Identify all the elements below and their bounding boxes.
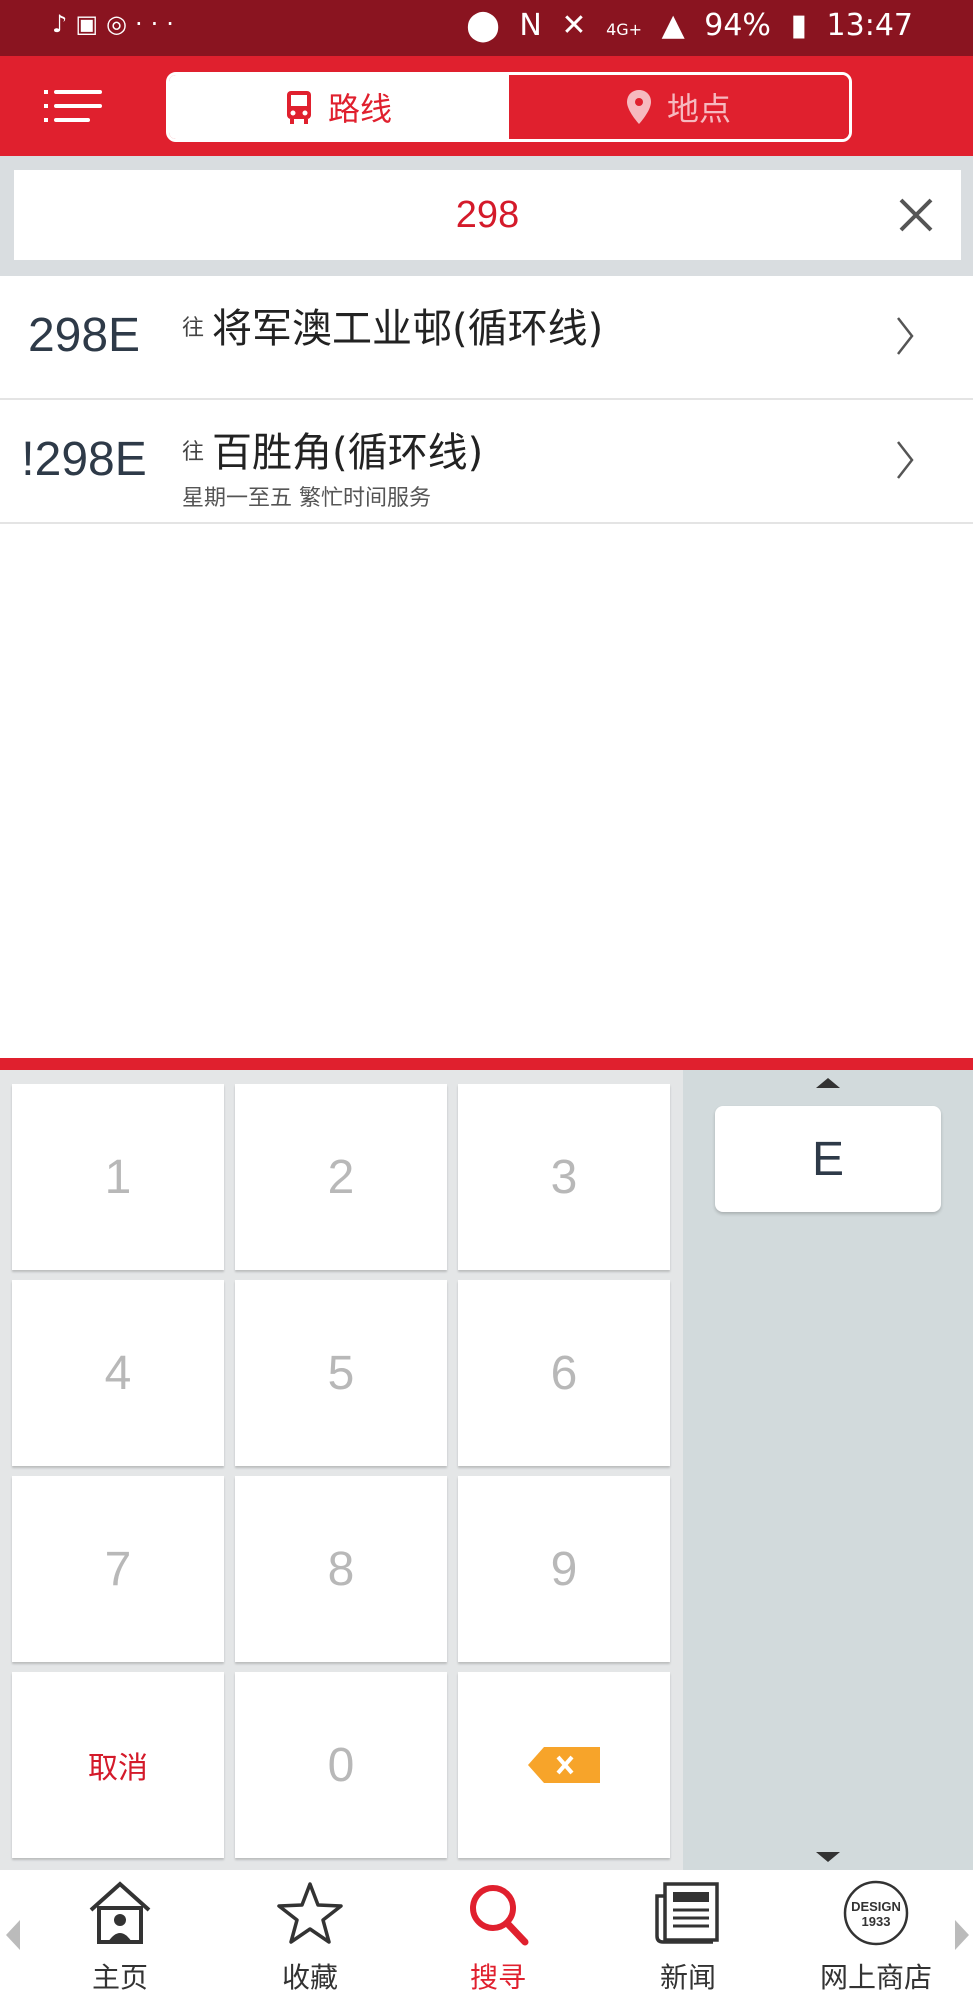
route-number: 298E [27, 309, 141, 362]
newspaper-icon [655, 1882, 719, 1944]
svg-text:DESIGN: DESIGN [851, 1899, 901, 1914]
route-result-row[interactable]: 298E 往 将军澳工业邨(循环线) [0, 276, 973, 400]
status-bar: ♪▣◎··· ⬤ N ✕ 4G+ ▲ 94% ▮ 13:47 [0, 0, 973, 56]
tab-place-label: 地点 [666, 90, 731, 128]
svg-text:1933: 1933 [862, 1914, 891, 1929]
nav-search-label: 搜寻 [469, 1961, 526, 1994]
key-8[interactable]: 8 [235, 1476, 447, 1662]
key-9[interactable]: 9 [458, 1476, 670, 1662]
chevron-right-icon [897, 441, 914, 479]
app-header: 路线 地点 [0, 56, 973, 156]
scroll-down-icon[interactable] [816, 1852, 840, 1862]
nav-favorites[interactable]: 收藏 [230, 1870, 390, 2000]
menu-icon [54, 90, 102, 94]
chevron-right-icon [897, 317, 914, 355]
gallery-icon: ▣ [75, 10, 107, 38]
backspace-button[interactable] [458, 1672, 670, 1858]
network-label: 4G+ [606, 20, 643, 39]
search-icon [470, 1885, 529, 1946]
status-right: ⬤ N ✕ 4G+ ▲ 94% ▮ 13:47 [456, 8, 913, 43]
key-4[interactable]: 4 [12, 1280, 224, 1466]
bus-icon [286, 91, 311, 124]
letter-key-e[interactable]: E [715, 1106, 941, 1212]
location-icon: ⬤ [466, 8, 500, 43]
route-number: !298E [21, 433, 147, 486]
design-1933-logo: DESIGN1933 [843, 1880, 909, 1946]
tab-route[interactable]: 路线 [169, 75, 509, 139]
battery-icon: ▮ [790, 8, 807, 43]
keypad-divider [0, 1058, 973, 1070]
menu-button[interactable] [44, 88, 106, 128]
numeric-keypad: 1 2 3 4 5 6 7 8 9 取消 0 [0, 1070, 683, 1870]
music-icon: ♪ [52, 10, 76, 38]
mute-icon: ✕ [561, 8, 587, 43]
nav-scroll-right-icon[interactable] [955, 1920, 969, 1950]
close-icon [899, 198, 933, 232]
key-3[interactable]: 3 [458, 1084, 670, 1270]
home-icon [89, 1881, 151, 1944]
clear-search-button[interactable] [891, 190, 941, 240]
search-value: 298 [455, 194, 520, 236]
route-result-row[interactable]: !298E 往 百胜角(循环线) 星期一至五 繁忙时间服务 [0, 400, 973, 524]
sync-icon: ◎ [106, 10, 135, 38]
bottom-navigation: 主页 收藏 搜寻 新闻 DESIGN 1933 网上商店 [0, 1870, 973, 2000]
scroll-up-icon[interactable] [816, 1078, 840, 1088]
nav-home[interactable]: 主页 [40, 1870, 200, 2000]
search-input[interactable]: 298 [14, 170, 961, 260]
nav-online-shop[interactable]: DESIGN 1933 网上商店 [796, 1870, 956, 2000]
direction-prefix: 往 [182, 316, 205, 341]
status-left-icons: ♪▣◎··· [52, 10, 182, 38]
service-note: 星期一至五 繁忙时间服务 [182, 486, 431, 511]
route-destination: 百胜角(循环线) [212, 430, 484, 476]
nav-news[interactable]: 新闻 [608, 1870, 768, 2000]
key-2[interactable]: 2 [235, 1084, 447, 1270]
nav-scroll-left-icon[interactable] [6, 1920, 20, 1950]
clock: 13:47 [826, 8, 913, 43]
key-1[interactable]: 1 [12, 1084, 224, 1270]
letter-suffix-panel: E [683, 1070, 973, 1870]
route-destination: 将军澳工业邨(循环线) [212, 306, 604, 352]
nav-online-shop-label: 网上商店 [819, 1961, 932, 1994]
tab-route-label: 路线 [327, 90, 392, 128]
location-pin-icon [626, 90, 651, 124]
key-6[interactable]: 6 [458, 1280, 670, 1466]
nav-news-label: 新闻 [659, 1961, 716, 1994]
more-dots: ··· [134, 10, 182, 38]
battery-percent: 94% [704, 8, 771, 43]
nav-search[interactable]: 搜寻 [418, 1870, 578, 2000]
nav-home-label: 主页 [91, 1961, 148, 1994]
key-7[interactable]: 7 [12, 1476, 224, 1662]
mode-segmented-control: 路线 地点 [166, 72, 852, 142]
direction-prefix: 往 [182, 440, 205, 465]
search-bar: 298 [0, 156, 973, 276]
backspace-icon [528, 1747, 600, 1783]
nav-favorites-label: 收藏 [281, 1961, 338, 1994]
cancel-button[interactable]: 取消 [12, 1672, 224, 1858]
signal-icon: ▲ [661, 8, 685, 43]
tab-place[interactable]: 地点 [509, 75, 849, 139]
nfc-icon: N [519, 8, 542, 43]
key-0[interactable]: 0 [235, 1672, 447, 1858]
key-5[interactable]: 5 [235, 1280, 447, 1466]
star-icon [277, 1882, 343, 1944]
